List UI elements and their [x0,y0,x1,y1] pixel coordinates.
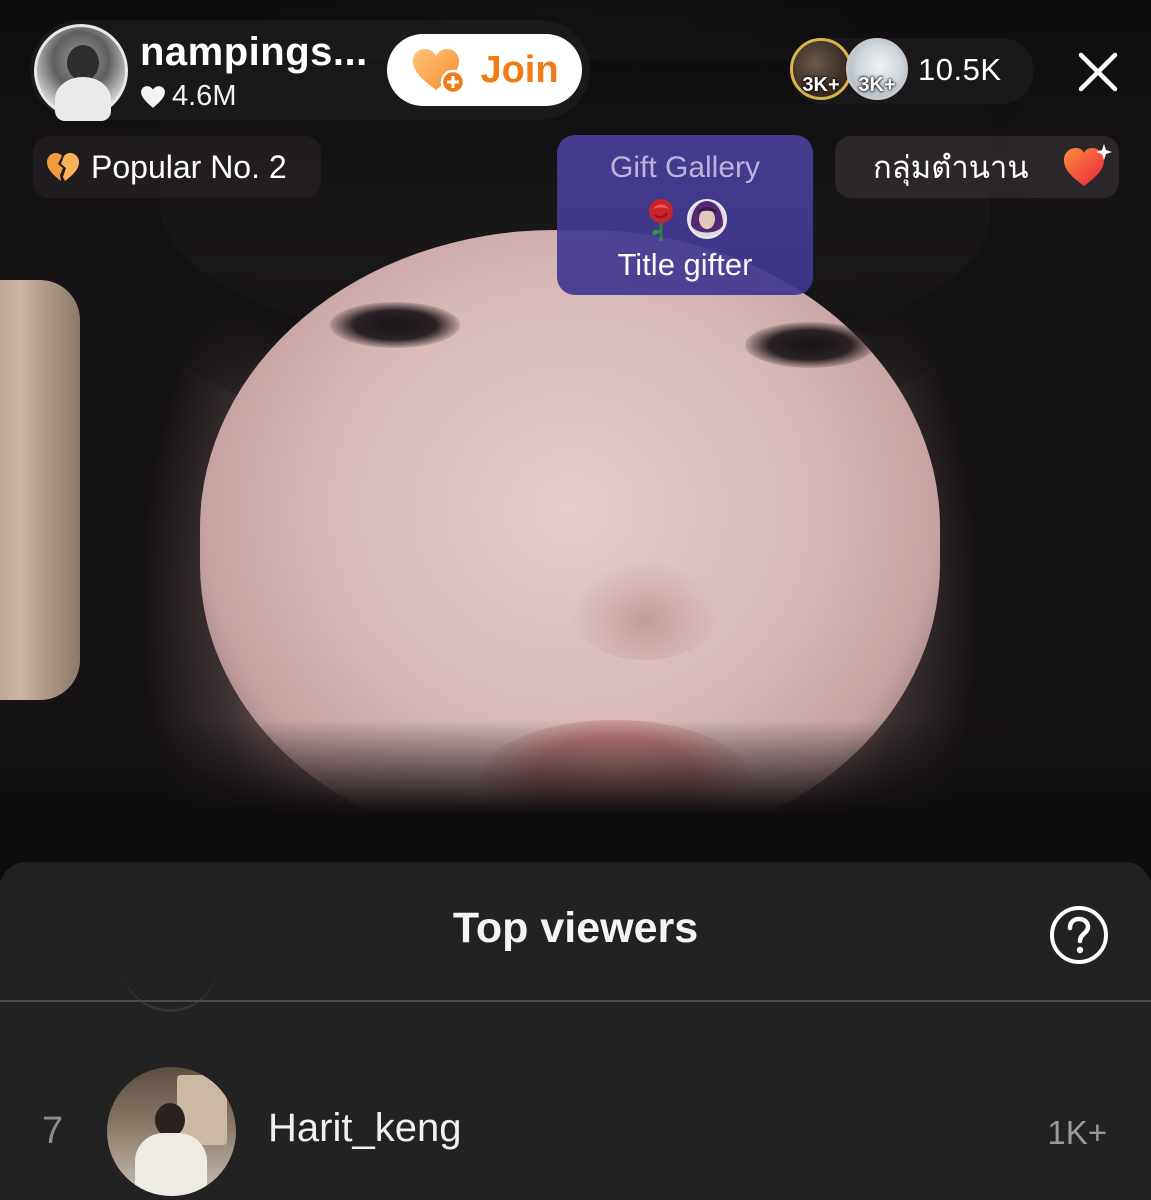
popular-ranking-label: Popular No. 2 [91,148,287,185]
gifter-avatar-icon [687,199,727,239]
viewer-avatar-body [135,1133,207,1196]
gift-gallery-card[interactable]: Gift Gallery Title gifter [557,135,813,295]
sparkle-heart-icon [1064,144,1112,186]
heart-plus-icon [413,49,466,95]
sheet-divider [0,1000,1151,1002]
host-avatar-head [67,45,99,81]
video-eye-left [330,302,460,348]
host-avatar[interactable] [34,24,128,121]
legend-group-label: กลุ่มตำนาน [873,150,1029,186]
viewer-rank: 7 [42,1110,64,1152]
host-likes-count: 4.6M [172,80,237,112]
video-phone [0,280,80,700]
join-label: Join [480,48,559,91]
gift-gallery-subtitle: Title gifter [617,247,753,282]
top-viewer-badge-1: 3K+ [802,74,840,96]
video-nose [570,560,720,660]
viewer-avatar-head [155,1103,185,1137]
join-button[interactable]: Join [387,34,582,106]
host-likes: 4.6M [140,80,236,113]
live-video[interactable] [0,0,1151,880]
close-button[interactable] [1068,42,1128,102]
help-icon[interactable] [1048,904,1110,966]
video-eye-right [745,322,875,368]
popular-ranking-badge[interactable]: Popular No. 2 [33,136,321,198]
host-avatar-body [55,77,111,121]
heart-icon [141,85,165,108]
rose-icon [649,199,673,241]
viewer-row[interactable]: 7 Harit_keng 1K+ [0,1064,1151,1196]
gift-gallery-title: Gift Gallery [609,151,761,184]
top-viewer-badge-2: 3K+ [858,74,896,96]
close-icon [1078,52,1118,92]
host-name[interactable]: nampings... [140,30,368,75]
sheet-title: Top viewers [452,904,699,952]
viewer-avatar[interactable] [107,1067,236,1196]
broken-heart-icon [47,153,79,181]
video-shirt [0,720,1151,880]
gift-gallery-icons [649,199,727,241]
viewer-score: 1K+ [1047,1114,1107,1151]
viewer-name[interactable]: Harit_keng [268,1106,461,1151]
viewer-count[interactable]: 10.5K [918,52,1002,88]
